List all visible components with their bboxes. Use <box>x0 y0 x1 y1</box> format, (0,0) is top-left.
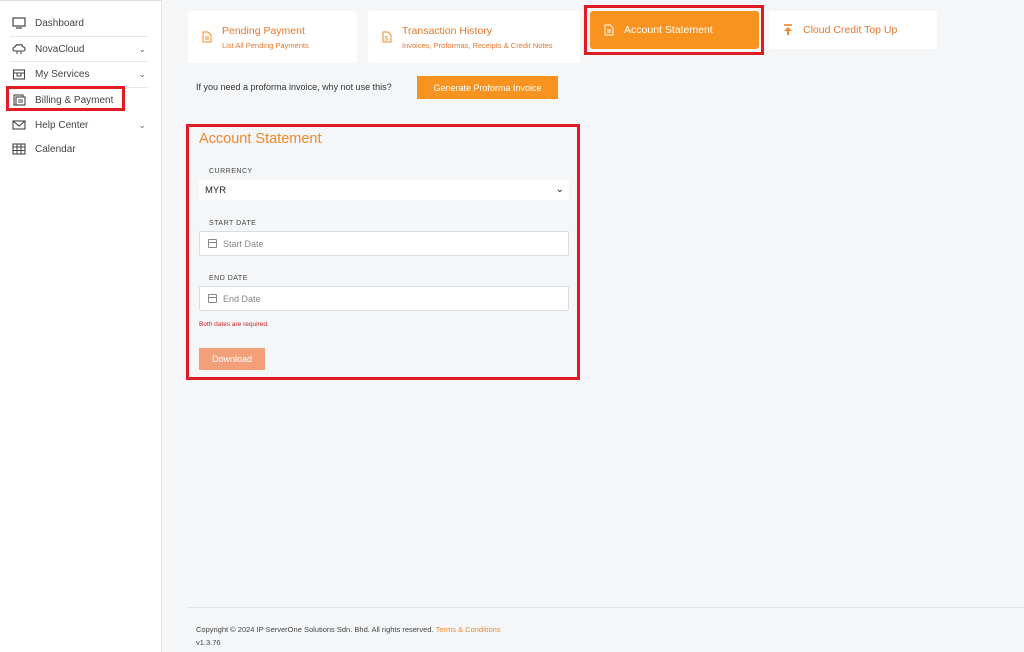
monitor-icon <box>12 17 26 29</box>
tab-pending-payment[interactable]: Pending Payment List All Pending Payment… <box>188 11 357 63</box>
sidebar-item-dashboard[interactable]: Dashboard <box>0 11 152 35</box>
currency-select[interactable]: MYR ⌄ <box>199 180 569 200</box>
sidebar-item-label: My Services <box>35 68 90 80</box>
highlight-box-account-statement-tab <box>584 5 764 55</box>
sidebar-item-novacloud[interactable]: NovaCloud ⌄ <box>0 37 152 61</box>
chevron-down-icon[interactable]: ⌄ <box>138 69 146 80</box>
envelope-icon <box>12 119 26 131</box>
start-date-label: START DATE <box>209 220 257 227</box>
tab-title: Transaction History <box>402 24 493 37</box>
cloud-icon <box>12 43 26 55</box>
tab-title: Pending Payment <box>222 24 305 37</box>
copyright: Copyright © 2024 IP ServerOne Solutions … <box>196 625 501 634</box>
currency-label: CURRENCY <box>209 168 253 175</box>
end-date-placeholder: End Date <box>223 293 261 304</box>
sidebar-item-label: Dashboard <box>35 17 84 29</box>
download-button[interactable]: Download <box>199 348 265 370</box>
highlight-box-billing <box>6 86 125 111</box>
chevron-down-icon[interactable]: ⌄ <box>138 44 146 55</box>
start-date-field[interactable]: Start Date <box>199 231 569 256</box>
currency-value: MYR <box>205 184 227 196</box>
version-text: v1.3.76 <box>196 638 221 647</box>
receipt-icon: $ <box>382 31 392 43</box>
calendar-icon <box>208 239 217 248</box>
proforma-prompt: If you need a proforma invoice, why not … <box>196 82 392 92</box>
tab-subtitle: Invoices, Proformas, Receipts & Credit N… <box>402 40 553 50</box>
tab-title: Cloud Credit Top Up <box>803 24 898 36</box>
tab-subtitle: List All Pending Payments <box>222 40 309 50</box>
calendar-icon <box>208 294 217 303</box>
end-date-field[interactable]: End Date <box>199 286 569 311</box>
upload-arrow-icon <box>783 24 793 36</box>
sidebar-item-help-center[interactable]: Help Center ⌄ <box>0 113 152 137</box>
tab-cloud-credit-top-up[interactable]: Cloud Credit Top Up <box>769 11 937 49</box>
chevron-down-icon[interactable]: ⌄ <box>138 120 146 131</box>
sidebar-item-my-services[interactable]: My Services ⌄ <box>0 62 152 86</box>
start-date-placeholder: Start Date <box>223 238 264 249</box>
sidebar-item-label: Help Center <box>35 119 89 131</box>
sidebar-item-label: NovaCloud <box>35 43 85 55</box>
generate-proforma-button[interactable]: Generate Proforma Invoice <box>417 76 558 99</box>
tab-transaction-history[interactable]: $ Transaction History Invoices, Proforma… <box>368 11 580 63</box>
copyright-text: Copyright © 2024 IP ServerOne Solutions … <box>196 625 434 634</box>
chevron-down-icon: ⌄ <box>555 184 564 195</box>
sidebar-item-calendar[interactable]: Calendar <box>0 137 152 161</box>
page-title: Account Statement <box>199 131 322 147</box>
document-icon <box>202 31 212 43</box>
validation-error: Both dates are required. <box>199 321 269 328</box>
terms-link[interactable]: Terms & Conditions <box>436 625 501 634</box>
end-date-label: END DATE <box>209 275 248 282</box>
footer-divider <box>187 607 1024 608</box>
box-icon <box>12 68 26 80</box>
calendar-grid-icon <box>12 143 26 155</box>
sidebar-item-label: Calendar <box>35 143 76 155</box>
